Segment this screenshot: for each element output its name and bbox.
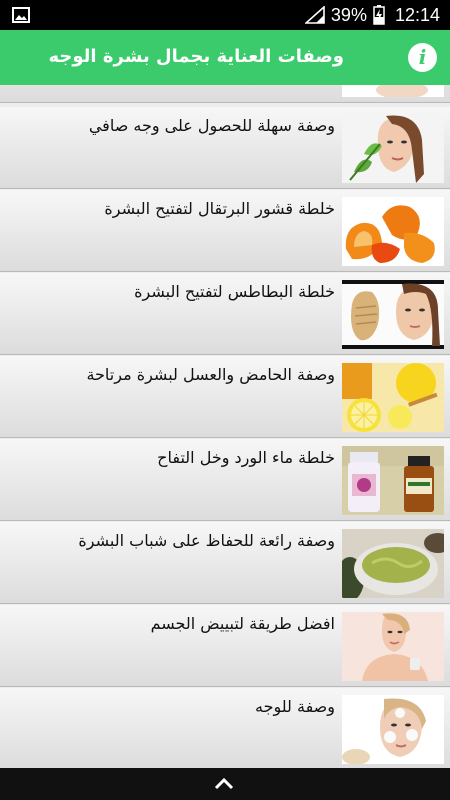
thumbnail-orange-peel [342, 197, 444, 266]
chevron-up-icon[interactable] [214, 776, 234, 790]
list-item-label: افضل طريقة لتبييض الجسم [150, 614, 335, 633]
list-item[interactable]: وصفة الحامض والعسل لبشرة مرتاحة [0, 356, 450, 438]
list-item-label: خلطة قشور البرتقال لتفتيح البشرة [104, 199, 335, 218]
thumbnail-woman-cream [342, 612, 444, 681]
list-item[interactable]: خلطة قشور البرتقال لتفتيح البشرة [0, 190, 450, 272]
list-item-label: خلطة البطاطس لتفتيح البشرة [134, 282, 335, 301]
thumbnail-potato-woman [342, 280, 444, 349]
image-icon [12, 7, 30, 23]
list-item-label: وصفة الحامض والعسل لبشرة مرتاحة [86, 365, 335, 384]
signal-icon [304, 6, 325, 24]
thumbnail-bottles [342, 446, 444, 515]
list-item[interactable]: خلطة ماء الورد وخل التفاح [0, 439, 450, 521]
info-icon: i [418, 45, 427, 69]
thumbnail-lemon-honey [342, 363, 444, 432]
list-item-label: وصفة للوجه [255, 697, 335, 716]
recipe-list[interactable]: وصفة سهلة للحصول على وجه صافي خلطة قشور … [0, 85, 450, 768]
thumbnail-woman-mask [342, 695, 444, 764]
thumbnail-avocado-mask [342, 529, 444, 598]
list-item[interactable] [0, 85, 450, 103]
bottom-bar[interactable] [0, 768, 450, 800]
list-item[interactable]: وصفة للوجه [0, 688, 450, 768]
thumbnail-woman-leaves [342, 114, 444, 183]
app-title: وصفات العناية بجمال بشرة الوجه [48, 46, 345, 67]
status-bar: 39% 12:14 [0, 0, 450, 30]
list-item-label: خلطة ماء الورد وخل التفاح [157, 448, 335, 467]
list-item[interactable]: وصفة سهلة للحصول على وجه صافي [0, 107, 450, 189]
clock: 12:14 [394, 4, 440, 25]
list-item-label: وصفة سهلة للحصول على وجه صافي [88, 116, 335, 135]
status-right: 39% 12:14 [304, 0, 440, 30]
battery-charging-icon [373, 5, 385, 25]
app-bar: وصفات العناية بجمال بشرة الوجه i [0, 30, 450, 85]
thumbnail-face-woman [342, 85, 444, 97]
list-item[interactable]: خلطة البطاطس لتفتيح البشرة [0, 273, 450, 355]
list-item[interactable]: افضل طريقة لتبييض الجسم [0, 605, 450, 687]
info-button[interactable]: i [408, 43, 437, 72]
battery-percent: 39% [330, 4, 367, 25]
list-item[interactable]: وصفة رائعة للحفاظ على شباب البشرة [0, 522, 450, 604]
list-item-label: وصفة رائعة للحفاظ على شباب البشرة [78, 531, 335, 550]
